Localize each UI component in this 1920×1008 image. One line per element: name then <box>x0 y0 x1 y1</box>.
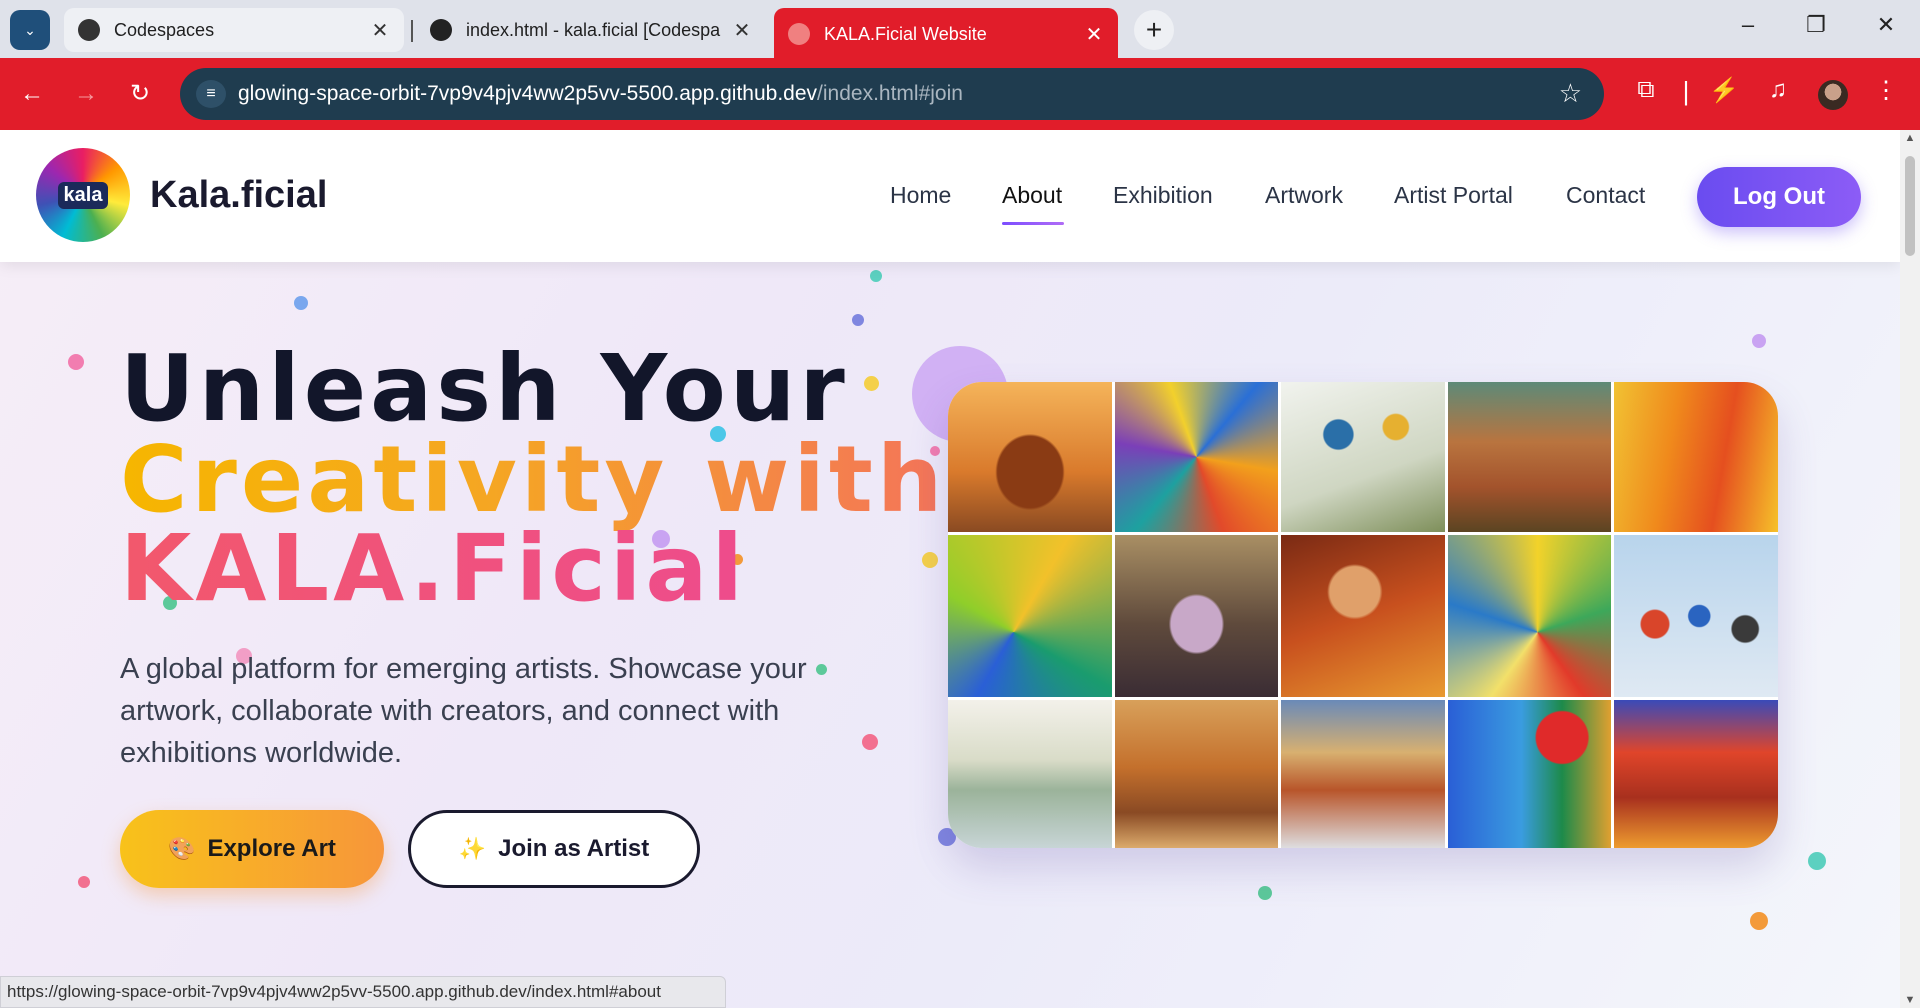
artwork-birds-on-wire[interactable] <box>1614 535 1778 697</box>
kala-ficial-logo[interactable]: kala <box>36 148 130 242</box>
explore-art-label: Explore Art <box>207 835 336 862</box>
nav-artist-portal[interactable]: Artist Portal <box>1394 182 1513 209</box>
artwork-peacocks[interactable] <box>948 535 1112 697</box>
decor-dot <box>68 354 84 370</box>
new-tab-button[interactable]: + <box>1134 10 1174 50</box>
url-path: /index.html#join <box>817 82 963 105</box>
decor-dot <box>922 552 938 568</box>
toolbar-divider: | <box>1682 76 1690 106</box>
scroll-up-icon[interactable]: ▲ <box>1904 132 1916 144</box>
bookmark-star-icon[interactable]: ☆ <box>1559 78 1582 109</box>
artwork-two-faces[interactable] <box>1447 700 1612 848</box>
decor-dot <box>1808 852 1826 870</box>
join-as-artist-button[interactable]: ✨ Join as Artist <box>408 810 700 888</box>
browser-toolbar: ← → ↻ ≡ glowing-space-orbit-7vp9v4pjv4ww… <box>0 58 1920 130</box>
menu-icon[interactable]: ⋮ <box>1868 76 1904 105</box>
page-viewport: kala Kala.ficial Home About Exhibition A… <box>0 130 1900 1008</box>
artwork-birds-on-branch[interactable] <box>1281 382 1445 532</box>
explore-art-button[interactable]: 🎨 Explore Art <box>120 810 384 888</box>
decor-dot <box>1258 886 1272 900</box>
nav-active-underline <box>1002 222 1064 225</box>
brand-name[interactable]: Kala.ficial <box>150 174 327 217</box>
decor-dot <box>78 876 90 888</box>
page-scrollbar[interactable]: ▲ ▼ <box>1900 130 1920 1008</box>
tab-index-html[interactable]: index.html - kala.ficial [Codespa ✕ <box>416 8 766 52</box>
close-window-icon[interactable]: ✕ <box>1866 12 1906 38</box>
palette-icon: 🎨 <box>168 836 196 861</box>
github-icon <box>78 19 100 41</box>
decor-dot <box>852 314 864 326</box>
hero-description: A global platform for emerging artists. … <box>120 653 807 769</box>
site-header: kala Kala.ficial Home About Exhibition A… <box>0 130 1900 262</box>
decor-dot <box>294 296 308 310</box>
status-bar-url: https://glowing-space-orbit-7vp9v4pjv4ww… <box>0 976 726 1008</box>
tab-title: Codespaces <box>114 19 215 40</box>
reload-icon[interactable]: ↻ <box>122 76 158 112</box>
artwork-village-market[interactable] <box>1114 700 1279 848</box>
tab-strip: ⌄ Codespaces ✕ index.html - kala.ficial … <box>0 0 1920 60</box>
decor-dot <box>1752 334 1766 348</box>
tab-kala-ficial[interactable]: KALA.Ficial Website ✕ <box>774 8 1118 60</box>
close-tab-icon[interactable]: ✕ <box>1084 22 1104 47</box>
artwork-bullock-cart[interactable] <box>1447 535 1612 697</box>
artwork-lakeside-palace[interactable] <box>948 700 1112 848</box>
artwork-woman-with-diya[interactable] <box>1281 535 1445 697</box>
address-bar[interactable]: ≡ glowing-space-orbit-7vp9v4pjv4ww2p5vv-… <box>180 68 1604 120</box>
github-icon <box>430 19 452 41</box>
globe-icon <box>788 23 810 45</box>
scrollbar-thumb[interactable] <box>1905 156 1915 256</box>
chevron-down-icon: ⌄ <box>24 21 36 38</box>
back-icon[interactable]: ← <box>14 76 50 112</box>
nav-exhibition[interactable]: Exhibition <box>1113 182 1213 209</box>
close-tab-icon[interactable]: ✕ <box>732 18 752 43</box>
decor-dot <box>864 376 879 391</box>
nav-contact[interactable]: Contact <box>1566 182 1645 209</box>
artwork-varanasi-ghats[interactable] <box>1281 700 1445 848</box>
artwork-dancing-women[interactable] <box>1614 382 1778 532</box>
artwork-palace-at-sunset[interactable] <box>1447 382 1612 532</box>
tab-title: index.html - kala.ficial [Codespa <box>466 19 721 40</box>
artwork-meditating-sage[interactable] <box>948 382 1112 532</box>
performance-icon[interactable]: ⚡ <box>1706 76 1742 105</box>
logout-button[interactable]: Log Out <box>1697 167 1861 227</box>
artwork-woman-in-sari[interactable] <box>1114 535 1279 697</box>
decor-dot <box>1750 912 1768 930</box>
site-info-icon[interactable]: ≡ <box>196 80 226 108</box>
hero-title-line-3: KALA.Ficial <box>120 515 748 622</box>
logo-text: kala <box>57 181 109 209</box>
nav-artwork[interactable]: Artwork <box>1265 182 1343 209</box>
artwork-gallery <box>948 382 1778 848</box>
nav-home[interactable]: Home <box>890 182 951 209</box>
decor-dot <box>862 734 878 750</box>
tab-title: KALA.Ficial Website <box>824 23 987 44</box>
tab-codespaces[interactable]: Codespaces ✕ <box>64 8 404 52</box>
restore-icon[interactable]: ❐ <box>1796 12 1836 38</box>
artwork-colorful-woman-painting[interactable] <box>1114 382 1279 532</box>
forward-icon[interactable]: → <box>68 76 104 112</box>
decor-dot <box>870 270 882 282</box>
media-control-icon[interactable]: ♫ <box>1760 76 1796 104</box>
tab-search-button[interactable]: ⌄ <box>10 10 50 50</box>
artwork-colorful-temple[interactable] <box>1614 700 1778 848</box>
tab-separator <box>411 20 413 42</box>
nav-about[interactable]: About <box>1002 182 1062 209</box>
join-as-artist-label: Join as Artist <box>498 835 650 862</box>
minimize-icon[interactable]: – <box>1728 12 1768 38</box>
close-tab-icon[interactable]: ✕ <box>370 18 390 43</box>
url-host: glowing-space-orbit-7vp9v4pjv4ww2p5vv-55… <box>238 82 818 105</box>
artist-icon: ✨ <box>458 836 487 861</box>
profile-avatar[interactable] <box>1818 80 1848 110</box>
extensions-icon[interactable]: ⧉ <box>1628 76 1664 104</box>
scroll-down-icon[interactable]: ▼ <box>1904 994 1916 1006</box>
